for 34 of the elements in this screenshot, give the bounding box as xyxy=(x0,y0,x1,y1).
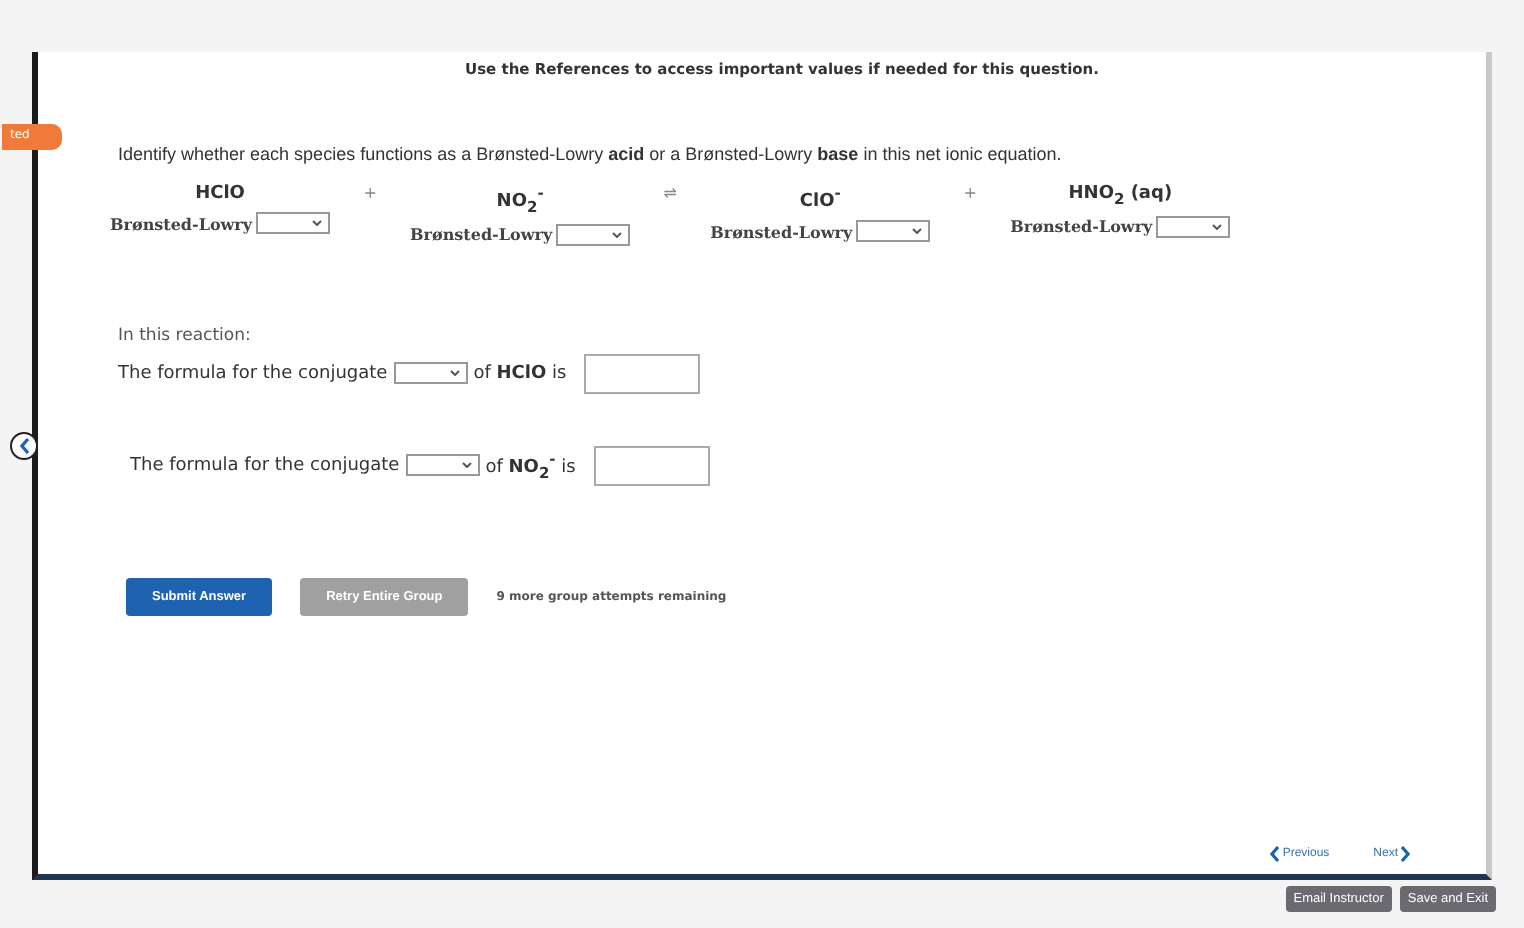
dropdown[interactable] xyxy=(556,223,631,246)
conjugate-text: The formula for the conjugate xyxy=(118,363,388,384)
dropdown[interactable] xyxy=(256,212,331,234)
species-formula: HNO$_{2}$ (aq) xyxy=(1068,184,1173,208)
species-label: Brønsted-Lowry xyxy=(110,213,253,233)
species-label: Brønsted-Lowry xyxy=(410,224,553,245)
equation-operator: + xyxy=(963,184,977,202)
dropdown[interactable] xyxy=(405,454,480,477)
chevron-left-icon xyxy=(1270,846,1281,862)
species-label: Brønsted-Lowry xyxy=(710,221,853,241)
caret-icon xyxy=(912,228,923,234)
caret-icon xyxy=(612,231,623,238)
species-label: Brønsted-Lowry xyxy=(1010,216,1153,237)
chevron-left-icon xyxy=(19,438,29,454)
caret-icon xyxy=(1212,223,1223,230)
conjugate-text: of HClO is xyxy=(473,363,567,384)
equation-operator: + xyxy=(363,184,377,202)
caret-icon xyxy=(312,220,323,226)
reaction-intro: In this reaction: xyxy=(118,325,253,346)
caret-icon xyxy=(461,462,472,469)
chevron-right-icon xyxy=(1400,846,1410,862)
caret-icon xyxy=(449,370,460,377)
dropdown[interactable] xyxy=(1156,215,1231,238)
dropdown[interactable] xyxy=(393,362,468,385)
conjugate-text: The formula for the conjugate xyxy=(130,455,400,476)
answer-field[interactable] xyxy=(593,445,710,486)
question-prompt: Identify whether each species functions as a Brønsted-Lowry acid or a Brønsted-Lowry base in this net ionic equation. xyxy=(118,144,1064,164)
dropdown[interactable] xyxy=(856,220,931,242)
collapse-button[interactable] xyxy=(10,432,38,460)
answer-field[interactable] xyxy=(584,353,701,394)
equation-operator: ⇌ xyxy=(663,184,677,202)
conjugate-text: of NO$_{2}$$^{-}$ is xyxy=(485,449,576,482)
species-formula: ClO$^{-}$ xyxy=(799,184,841,212)
species-formula: HClO xyxy=(195,184,245,204)
